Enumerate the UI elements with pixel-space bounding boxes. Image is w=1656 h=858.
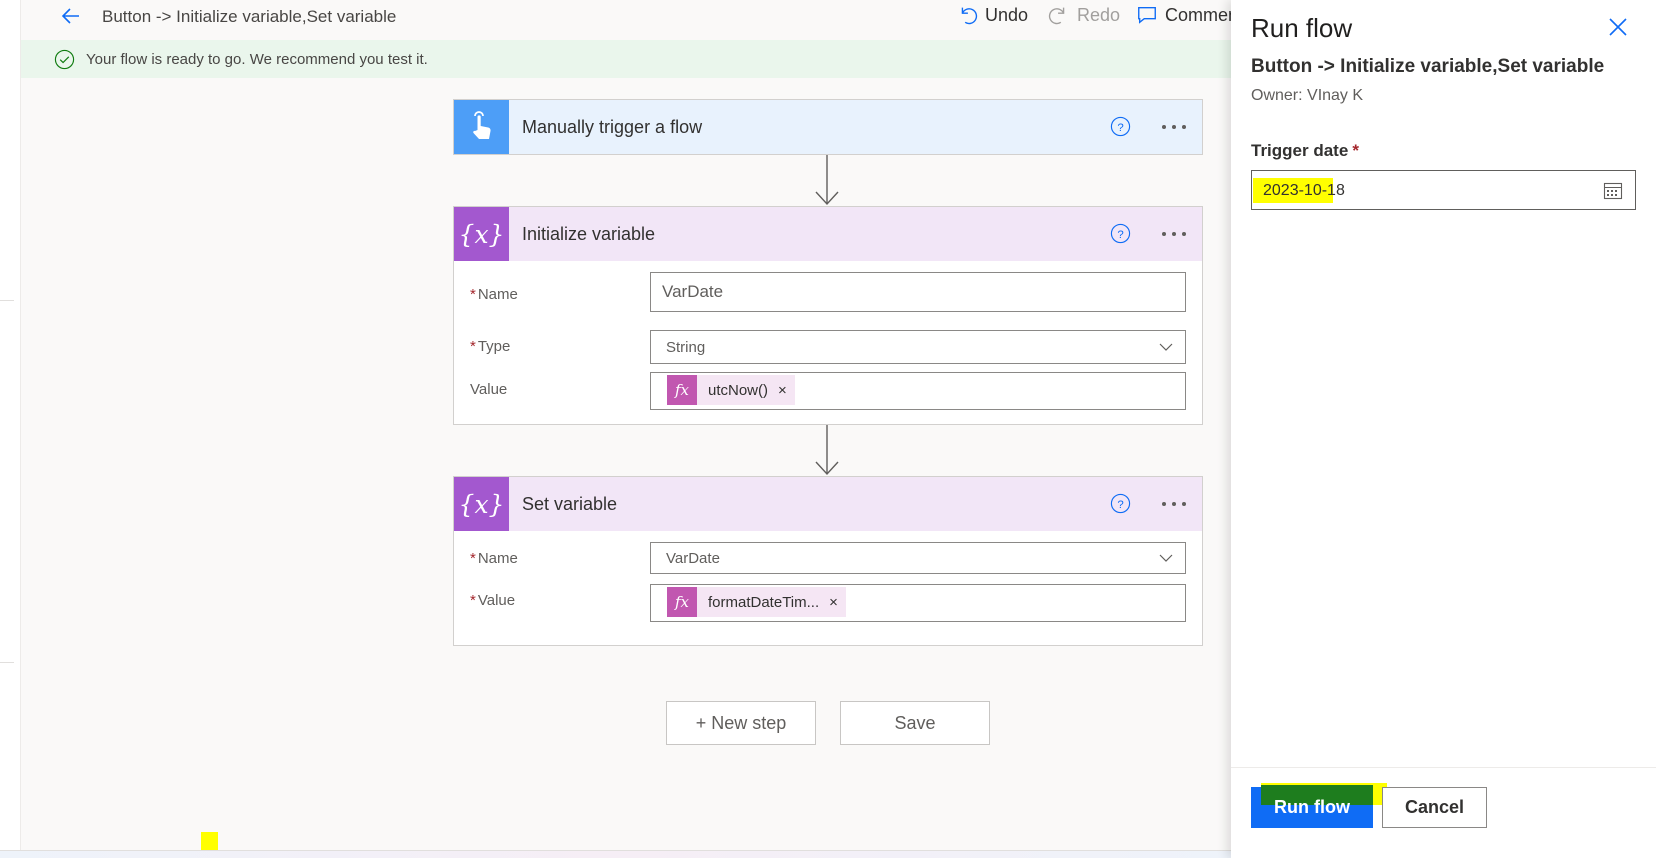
highlight-mark	[201, 832, 218, 852]
trigger-card-header[interactable]: Manually trigger a flow ?	[454, 100, 1202, 154]
redo-icon	[1048, 7, 1065, 25]
more-options-icon[interactable]	[1160, 494, 1188, 514]
left-rail	[0, 0, 21, 858]
more-options-icon[interactable]	[1160, 224, 1188, 244]
calendar-icon[interactable]	[1603, 181, 1623, 201]
panel-footer-divider	[1231, 767, 1656, 768]
variable-icon: {x}	[454, 477, 509, 531]
set-name-value: VarDate	[666, 549, 720, 567]
expression-token-text: utcNow()	[708, 381, 769, 399]
undo-icon	[961, 7, 978, 25]
save-button[interactable]: Save	[840, 701, 990, 745]
cancel-button[interactable]: Cancel	[1382, 787, 1487, 828]
close-icon[interactable]	[1607, 16, 1629, 38]
connector-arrow	[815, 155, 839, 206]
chevron-down-icon	[1159, 343, 1173, 351]
required-marker: *	[1352, 141, 1359, 160]
comments-button[interactable]: Commen	[1136, 4, 1238, 26]
set-value-input[interactable]: fx formatDateTim... ×	[650, 584, 1186, 622]
rail-divider	[0, 300, 14, 301]
variable-icon: {x}	[454, 207, 509, 261]
undo-button[interactable]: Undo	[956, 4, 1028, 26]
remove-token-icon[interactable]: ×	[778, 382, 787, 399]
init-type-dropdown[interactable]: String	[650, 330, 1186, 364]
svg-text:?: ?	[1117, 499, 1123, 511]
trigger-card[interactable]: Manually trigger a flow ?	[453, 99, 1203, 155]
redo-button[interactable]: Redo	[1048, 4, 1120, 26]
init-name-label-text: Name	[477, 286, 518, 303]
function-icon: fx	[667, 587, 697, 617]
set-value-label-text: Value	[477, 592, 516, 609]
required-marker: *	[470, 338, 476, 355]
run-flow-panel: Run flow Button -> Initialize variable,S…	[1231, 0, 1656, 858]
required-marker: *	[470, 550, 476, 567]
initialize-variable-title: Initialize variable	[522, 223, 656, 244]
svg-text:?: ?	[1117, 122, 1123, 134]
init-name-row: * Name VarDate	[470, 272, 1186, 312]
connector-arrow	[815, 425, 839, 476]
set-value-label: * Value	[470, 592, 515, 609]
remove-token-icon[interactable]: ×	[829, 594, 838, 611]
expression-token[interactable]: fx utcNow() ×	[667, 375, 795, 405]
panel-flow-name: Button -> Initialize variable,Set variab…	[1251, 56, 1605, 77]
rail-divider	[0, 662, 14, 663]
init-value-input[interactable]: fx utcNow() ×	[650, 372, 1186, 410]
trigger-date-value: 2023-10-18	[1263, 182, 1345, 199]
undo-label: Undo	[985, 4, 1029, 25]
new-step-button[interactable]: + New step	[666, 701, 816, 745]
banner-message: Your flow is ready to go. We recommend y…	[86, 51, 428, 68]
expression-token[interactable]: fx formatDateTim... ×	[667, 587, 846, 617]
init-value-row: Value fx utcNow() ×	[470, 367, 1186, 410]
init-type-row: * Type String	[470, 323, 1186, 364]
function-icon: fx	[667, 375, 697, 405]
redo-label: Redo	[1077, 4, 1121, 25]
ready-banner: Your flow is ready to go. We recommend y…	[21, 40, 1231, 78]
comments-label: Commen	[1165, 4, 1239, 25]
back-arrow-icon[interactable]	[59, 4, 83, 28]
initialize-variable-card[interactable]: {x} Initialize variable ? * Name VarDate …	[453, 206, 1203, 425]
required-marker: *	[470, 286, 476, 303]
set-variable-header[interactable]: {x} Set variable ?	[454, 477, 1202, 531]
initialize-variable-header[interactable]: {x} Initialize variable ?	[454, 207, 1202, 261]
set-name-label-text: Name	[477, 550, 518, 567]
check-circle-icon	[54, 49, 75, 70]
run-flow-button[interactable]: Run flow	[1251, 783, 1387, 828]
help-icon[interactable]: ?	[1110, 116, 1131, 137]
set-variable-title: Set variable	[522, 493, 618, 514]
more-options-icon[interactable]	[1160, 117, 1188, 137]
help-icon[interactable]: ?	[1110, 493, 1131, 514]
top-command-bar: Button -> Initialize variable,Set variab…	[21, 0, 1238, 38]
init-name-input[interactable]: VarDate	[650, 272, 1186, 312]
panel-title: Run flow	[1251, 13, 1353, 43]
init-name-label: * Name	[470, 286, 518, 303]
set-value-row: * Value fx formatDateTim... ×	[470, 584, 1186, 622]
help-icon[interactable]: ?	[1110, 223, 1131, 244]
trigger-date-label-text: Trigger date	[1251, 141, 1349, 160]
touch-hand-icon	[472, 111, 491, 139]
set-variable-card[interactable]: {x} Set variable ? * Name VarDate * Value …	[453, 476, 1203, 646]
init-type-label: * Type	[470, 338, 510, 355]
comment-icon	[1138, 6, 1156, 24]
set-name-dropdown[interactable]: VarDate	[650, 542, 1186, 574]
init-type-label-text: Type	[477, 338, 511, 355]
bottom-strip	[0, 850, 1231, 858]
trigger-date-input[interactable]: 2023-10-18	[1251, 170, 1636, 210]
run-flow-label: Run flow	[1274, 797, 1350, 817]
trigger-card-title: Manually trigger a flow	[522, 116, 703, 137]
flow-title: Button -> Initialize variable,Set variab…	[102, 7, 397, 26]
required-marker: *	[470, 592, 476, 609]
init-name-value: VarDate	[662, 282, 724, 301]
init-value-label: Value	[470, 381, 508, 398]
trigger-card-icon	[454, 100, 509, 154]
chevron-down-icon	[1159, 554, 1173, 562]
expression-token-text: formatDateTim...	[708, 593, 820, 611]
set-name-row: * Name VarDate	[470, 542, 1186, 574]
init-type-value: String	[666, 338, 706, 356]
trigger-date-label: Trigger date *	[1251, 141, 1359, 161]
svg-text:?: ?	[1117, 229, 1123, 241]
panel-owner: Owner: VInay K	[1251, 87, 1364, 104]
set-name-label: * Name	[470, 550, 518, 567]
